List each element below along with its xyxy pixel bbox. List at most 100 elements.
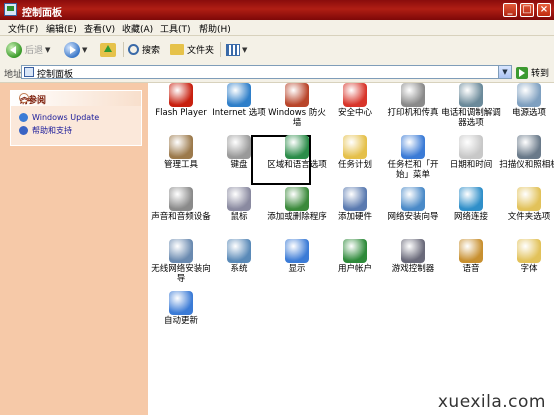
control-panel-icon (24, 67, 34, 77)
watermark: xuexila.com (437, 392, 546, 412)
menu-help[interactable]: 帮助(H) (199, 22, 231, 35)
admin-tools-icon (169, 135, 193, 159)
mouse-icon (227, 187, 251, 211)
go-label: 转到 (531, 69, 550, 79)
control-panel-item[interactable]: 字体 (498, 239, 554, 274)
search-button[interactable]: 搜索 (128, 40, 160, 59)
folders-button[interactable]: 文件夹 (170, 40, 214, 59)
control-panel-item[interactable]: 语音 (440, 239, 502, 274)
network-setup-icon (401, 187, 425, 211)
control-panel-item[interactable]: 鼠标 (208, 187, 270, 222)
menu-favorites[interactable]: 收藏(A) (122, 22, 153, 35)
control-panel-item[interactable]: 管理工具 (150, 135, 212, 170)
user-accounts-icon (343, 239, 367, 263)
item-label: 声音和音频设备 (151, 212, 211, 222)
firewall-icon (285, 83, 309, 107)
minimize-button[interactable]: _ (503, 3, 517, 17)
close-button[interactable]: × (537, 3, 551, 17)
maximize-button[interactable]: □ (520, 3, 534, 17)
phone-modem-icon (459, 83, 483, 107)
control-panel-item[interactable]: 电话和调制解调器选项 (440, 83, 502, 128)
address-value: 控制面板 (37, 70, 74, 80)
menu-file[interactable]: 文件(F) (8, 22, 38, 35)
title-bar[interactable]: 控制面板 _ □ × (0, 0, 554, 20)
control-panel-item[interactable]: Flash Player (150, 83, 212, 118)
control-panel-item[interactable]: 扫描仪和照相机 (498, 135, 554, 170)
collapse-icon[interactable]: ︽ (19, 93, 29, 103)
control-panel-item[interactable]: 键盘 (208, 135, 270, 170)
forward-button[interactable]: ▼ (64, 40, 87, 59)
control-panel-item[interactable]: 安全中心 (324, 83, 386, 118)
go-button[interactable]: 转到 (516, 66, 549, 79)
control-panel-item[interactable]: 添加硬件 (324, 187, 386, 222)
control-panel-item[interactable]: 日期和时间 (440, 135, 502, 170)
control-panel-item[interactable]: 无线网络安装向导 (150, 239, 212, 284)
back-arrow-icon (6, 41, 22, 58)
chevron-down-icon: ▼ (242, 45, 248, 54)
display-icon (285, 239, 309, 263)
item-label: 游戏控制器 (391, 264, 435, 274)
help-support-link[interactable]: 帮助和支持 (19, 124, 135, 137)
back-button[interactable]: 后退 ▼ (6, 40, 50, 59)
date-time-icon (459, 135, 483, 159)
chevron-down-icon: ▼ (45, 45, 51, 54)
control-panel-item[interactable]: 任务计划 (324, 135, 386, 170)
item-label: Internet 选项 (212, 108, 266, 118)
item-label: 自动更新 (163, 316, 198, 326)
address-bar: 地址(D) 控制面板 ▼ 转到 (0, 63, 554, 83)
speech-icon (459, 239, 483, 263)
control-panel-item[interactable]: Internet 选项 (208, 83, 270, 118)
views-button[interactable]: ▼ (226, 40, 247, 59)
task-pane: 请参阅 ︽ Windows Update 帮助和支持 (0, 83, 148, 415)
link-label: Windows Update (32, 113, 100, 122)
address-input[interactable]: 控制面板 ▼ (21, 65, 512, 80)
control-panel-item[interactable]: 系统 (208, 239, 270, 274)
region-language-icon (285, 135, 309, 159)
link-label: 帮助和支持 (32, 126, 72, 135)
up-button[interactable] (100, 40, 116, 59)
item-label: 语音 (462, 264, 480, 274)
control-panel-item[interactable]: 用户帐户 (324, 239, 386, 274)
toolbar: 后退 ▼ ▼ 搜索 文件夹 ▼ (0, 36, 554, 64)
item-label: Windows 防火墙 (268, 108, 326, 128)
control-panel-item[interactable]: 任务栏和「开始」菜单 (382, 135, 444, 180)
control-panel-item[interactable]: 网络安装向导 (382, 187, 444, 222)
scanner-camera-icon (517, 135, 541, 159)
add-hardware-icon (343, 187, 367, 211)
item-label: 鼠标 (230, 212, 248, 222)
control-panel-item[interactable]: 显示 (266, 239, 328, 274)
windows-update-link[interactable]: Windows Update (19, 111, 135, 124)
item-label: 文件夹选项 (507, 212, 551, 222)
control-panel-item[interactable]: Windows 防火墙 (266, 83, 328, 128)
item-label: 添加硬件 (337, 212, 372, 222)
scheduled-tasks-icon (343, 135, 367, 159)
control-panel-item[interactable]: 区域和语言选项 (266, 135, 328, 170)
network-connections-icon (459, 187, 483, 211)
item-label: 显示 (288, 264, 306, 274)
item-label: 日期和时间 (449, 160, 493, 170)
add-remove-programs-icon (285, 187, 309, 211)
item-label: 任务栏和「开始」菜单 (387, 160, 439, 180)
address-dropdown-button[interactable]: ▼ (498, 66, 511, 78)
control-panel-item[interactable]: 游戏控制器 (382, 239, 444, 274)
control-panel-item[interactable]: 声音和音频设备 (150, 187, 212, 222)
menu-edit[interactable]: 编辑(E) (46, 22, 77, 35)
control-panel-item[interactable]: 打印机和传真 (382, 83, 444, 118)
menu-view[interactable]: 查看(V) (84, 22, 115, 35)
forward-arrow-icon (64, 41, 80, 58)
control-panel-item[interactable]: 文件夹选项 (498, 187, 554, 222)
control-panel-item[interactable]: 添加或删除程序 (266, 187, 328, 222)
control-panel-item[interactable]: 自动更新 (150, 291, 212, 326)
menu-bar: 文件(F) 编辑(E) 查看(V) 收藏(A) 工具(T) 帮助(H) (0, 20, 554, 36)
item-label: 字体 (520, 264, 538, 274)
window-title: 控制面板 (22, 8, 62, 19)
menu-tools[interactable]: 工具(T) (160, 22, 191, 35)
item-label: 管理工具 (163, 160, 198, 170)
item-label: Flash Player (155, 108, 207, 118)
item-label: 电话和调制解调器选项 (441, 108, 501, 128)
item-label: 用户帐户 (337, 264, 372, 274)
control-panel-item[interactable]: 网络连接 (440, 187, 502, 222)
see-also-header[interactable]: 请参阅 ︽ (11, 91, 141, 106)
control-panel-item[interactable]: 电源选项 (498, 83, 554, 118)
control-panel-items: Flash Player Internet 选项 Windows 防火墙 安全中心 打印… (148, 83, 554, 415)
